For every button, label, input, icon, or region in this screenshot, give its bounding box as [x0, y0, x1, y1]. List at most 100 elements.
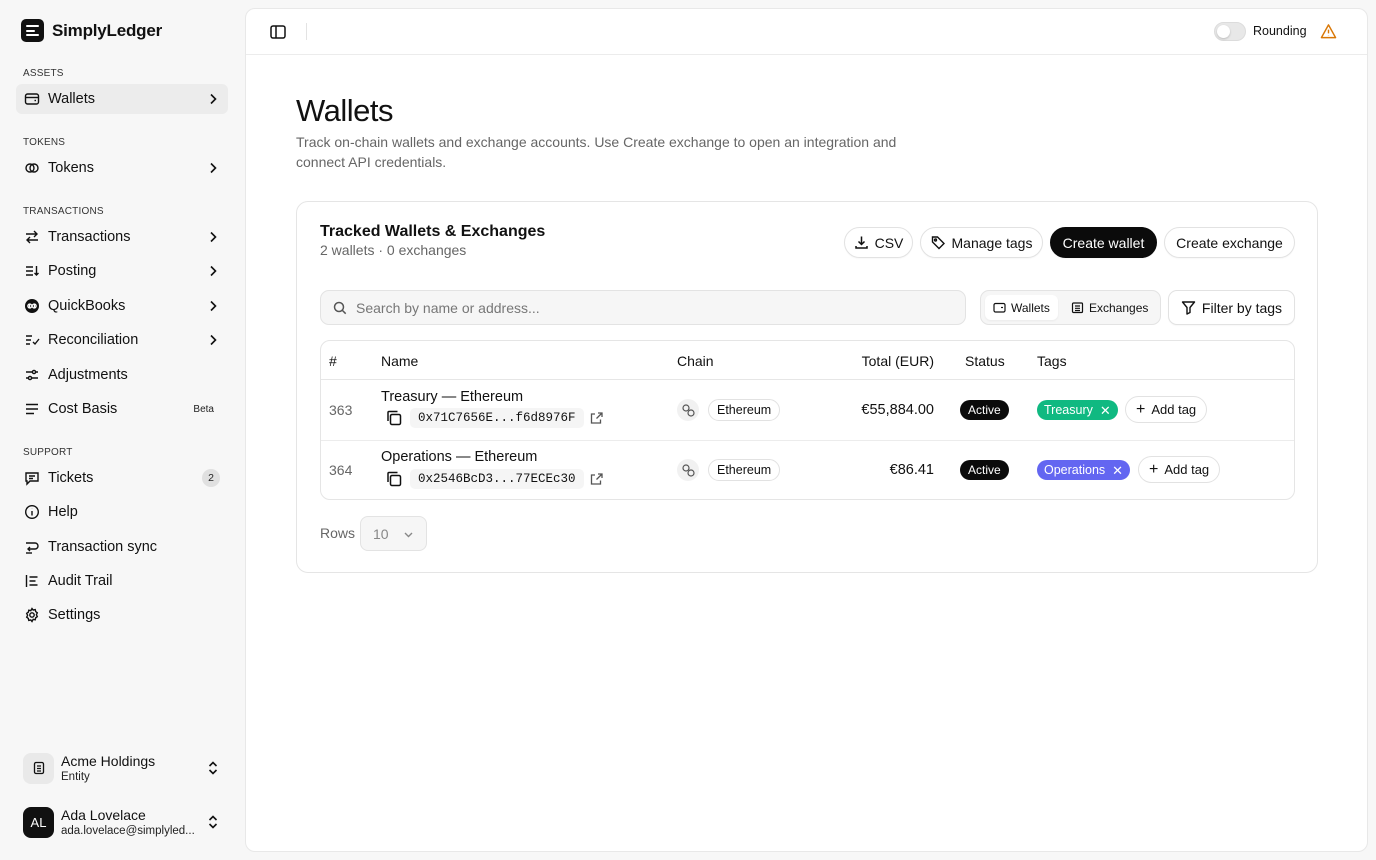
rows-per-page-value: 10: [373, 526, 389, 542]
add-tag-button[interactable]: + Add tag: [1138, 456, 1221, 483]
add-tag-button[interactable]: + Add tag: [1125, 396, 1208, 423]
posting-icon: [26, 266, 39, 276]
column-header-tags: Tags: [1037, 353, 1067, 369]
filter-by-tags-label: Filter by tags: [1201, 299, 1283, 316]
sidebar-item-label: Transactions: [48, 229, 131, 245]
sidebar-item-tickets[interactable]: Tickets 2: [16, 463, 228, 493]
section-label-support: SUPPORT: [23, 447, 73, 458]
download-icon: [854, 236, 868, 249]
message-icon: [25, 472, 39, 486]
manage-tags-label: Manage tags: [951, 234, 1033, 251]
plus-icon: +: [1149, 460, 1159, 478]
tag-label: Treasury: [1044, 403, 1093, 417]
page-title: Wallets: [296, 93, 393, 128]
manage-tags-button[interactable]: Manage tags: [920, 227, 1043, 258]
user-name: Ada Lovelace: [61, 807, 146, 823]
column-header-total: Total (EUR): [861, 353, 934, 369]
sidebar: SimplyLedger ASSETS Wallets TOKENS Token…: [0, 0, 244, 860]
user-email: ada.lovelace@simplyled...: [61, 825, 195, 837]
entity-sub: Entity: [61, 771, 90, 783]
sidebar-item-label: Adjustments: [48, 367, 128, 383]
filter-by-tags-button[interactable]: Filter by tags: [1168, 290, 1295, 325]
wallet-name: Operations — Ethereum: [381, 449, 538, 465]
section-label-tokens: TOKENS: [23, 137, 66, 148]
sidebar-item-transaction-sync[interactable]: Transaction sync: [16, 532, 228, 562]
topbar-divider: [306, 23, 307, 40]
list-icon: [26, 403, 38, 415]
chevron-updown-icon: [208, 815, 218, 829]
remove-tag-icon[interactable]: ✕: [1112, 464, 1123, 477]
sidebar-item-cost-basis[interactable]: Cost Basis Beta: [16, 394, 228, 424]
warning-icon[interactable]: [1320, 23, 1337, 40]
add-tag-label: Add tag: [1164, 462, 1210, 477]
chevron-updown-icon: [208, 761, 218, 775]
sidebar-item-label: Settings: [48, 607, 101, 623]
topbar: Rounding: [246, 9, 1367, 55]
copy-icon[interactable]: [384, 408, 404, 428]
sidebar-item-tokens[interactable]: Tokens: [16, 153, 228, 183]
rounding-toggle[interactable]: [1214, 22, 1246, 41]
external-link-icon[interactable]: [590, 472, 604, 486]
create-wallet-button[interactable]: Create wallet: [1050, 227, 1157, 258]
card-title: Tracked Wallets & Exchanges: [320, 223, 546, 240]
add-tag-label: Add tag: [1151, 402, 1197, 417]
search-field[interactable]: [320, 290, 966, 325]
chevron-right-icon: [210, 334, 217, 346]
sidebar-item-adjustments[interactable]: Adjustments: [16, 360, 228, 390]
table-row[interactable]: 364 Operations — Ethereum 0x2546BcD3...7…: [321, 440, 1294, 499]
chain-badge: Ethereum: [708, 399, 781, 421]
main-panel: Rounding Wallets Track on-chain wallets …: [245, 8, 1368, 852]
row-id: 364: [329, 462, 353, 478]
sidebar-item-help[interactable]: Help: [16, 497, 228, 527]
section-label-assets: ASSETS: [23, 68, 64, 79]
sidebar-item-quickbooks[interactable]: QuickBooks: [16, 291, 228, 321]
external-link-icon[interactable]: [590, 411, 604, 425]
chevron-down-icon: [404, 532, 413, 538]
remove-tag-icon[interactable]: ✕: [1100, 404, 1111, 417]
copy-icon[interactable]: [384, 469, 404, 489]
address-group: 0x71C7656E...f6d8976F: [381, 408, 604, 428]
user-menu[interactable]: AL Ada Lovelace ada.lovelace@simplyled..…: [16, 800, 228, 844]
brand[interactable]: SimplyLedger: [21, 19, 162, 42]
gear-icon: [25, 607, 39, 623]
rows-per-page-select[interactable]: 10: [360, 516, 427, 551]
column-header-chain: Chain: [677, 353, 714, 369]
sidebar-item-transactions[interactable]: Transactions: [16, 222, 228, 252]
sidebar-item-settings[interactable]: Settings: [16, 600, 228, 630]
sidebar-item-reconciliation[interactable]: Reconciliation: [16, 325, 228, 355]
wallets-table: # Name Chain Total (EUR) Status Tags 363…: [320, 340, 1295, 500]
wallet-icon: [993, 302, 1006, 313]
table-row[interactable]: 363 Treasury — Ethereum 0x71C7656E...f6d…: [321, 380, 1294, 440]
create-exchange-button[interactable]: Create exchange: [1164, 227, 1295, 258]
csv-button[interactable]: CSV: [844, 227, 913, 258]
rows-per-page-label: Rows: [320, 525, 356, 541]
sidebar-item-label: Reconciliation: [48, 332, 139, 348]
sidebar-toggle-icon[interactable]: [269, 23, 287, 41]
column-header-id: #: [329, 353, 337, 369]
sidebar-item-audit-trail[interactable]: Audit Trail: [16, 566, 228, 596]
arrows-swap-icon: [26, 230, 38, 244]
entity-avatar: [23, 752, 54, 784]
chain-badge: Ethereum: [708, 459, 781, 481]
building-icon: [1071, 302, 1084, 314]
status-badge: Active: [960, 460, 1009, 480]
rounding-label: Rounding: [1253, 24, 1307, 38]
wallets-exchanges-toggle: Wallets Exchanges: [980, 290, 1161, 325]
entity-switcher[interactable]: Acme Holdings Entity: [16, 746, 228, 790]
coins-icon: [25, 163, 39, 173]
csv-button-label: CSV: [874, 234, 904, 251]
wallets-card: Tracked Wallets & Exchanges 2 wallets · …: [296, 201, 1318, 573]
toggle-wallets[interactable]: Wallets: [985, 295, 1058, 320]
toggle-exchanges[interactable]: Exchanges: [1063, 295, 1156, 320]
avatar: AL: [23, 806, 54, 838]
address-group: 0x2546BcD3...77ECEc30: [381, 469, 604, 489]
sidebar-item-label: Tokens: [48, 160, 94, 176]
sidebar-item-wallets[interactable]: Wallets: [16, 84, 228, 114]
sidebar-item-label: QuickBooks: [48, 298, 126, 314]
column-header-name: Name: [381, 353, 419, 369]
tickets-count-badge: 2: [202, 469, 220, 487]
wallet-total: €55,884.00: [861, 402, 934, 418]
sidebar-item-posting[interactable]: Posting: [16, 256, 228, 286]
search-input[interactable]: [356, 291, 946, 324]
sidebar-item-label: Help: [48, 504, 78, 520]
